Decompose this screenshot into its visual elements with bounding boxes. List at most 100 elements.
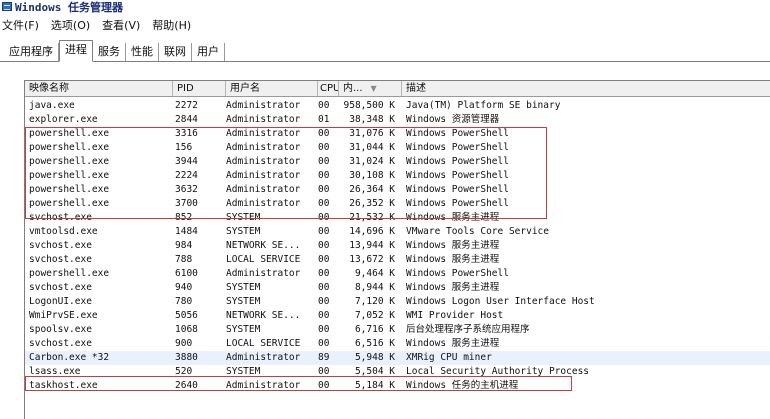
table-row[interactable]: powershell.exe 3632 Administrator 00 26,364 … [25, 183, 770, 197]
table-row[interactable]: svchost.exe 852 SYSTEM 00 21,532 K Windows 服务… [25, 211, 770, 225]
pid-cell: 3944 [175, 156, 198, 167]
table-row[interactable]: powershell.exe 3944 Administrator 00 31,024 … [25, 155, 770, 169]
memory-cell: 7,052 K [354, 310, 395, 321]
column-pid[interactable]: PID [173, 81, 226, 96]
sort-down-icon: ▼ [370, 84, 377, 93]
pid-cell: 1484 [175, 226, 198, 237]
tab-users[interactable]: 用户 [192, 43, 225, 61]
user-name-cell: LOCAL SERVICE [226, 254, 301, 265]
cpu-cell: 00 [318, 226, 330, 237]
description-cell: Windows 任务的主机进程 [406, 380, 519, 391]
table-row[interactable]: taskhost.exe 2640 Administrator 00 5,184 K Wi… [25, 379, 770, 393]
tab-bar: 应用程序 进程 服务 性能 联网 用户 [0, 40, 770, 62]
description-cell: VMware Tools Core Service [406, 226, 549, 237]
menu-help[interactable]: 帮助(H) [152, 17, 191, 33]
table-row[interactable]: svchost.exe 788 LOCAL SERVICE 00 13,672 K Win… [25, 253, 770, 267]
image-name-cell: powershell.exe [29, 198, 110, 209]
tab-applications[interactable]: 应用程序 [4, 43, 59, 61]
pid-cell: 3316 [175, 128, 198, 139]
task-manager-icon [2, 2, 12, 11]
tab-processes[interactable]: 进程 [59, 40, 93, 62]
description-cell: Local Security Authority Process [406, 366, 590, 377]
pid-cell: 3700 [175, 198, 198, 209]
description-cell: Windows 服务主进程 [406, 240, 500, 251]
table-row[interactable]: powershell.exe 3316 Administrator 00 31,076 … [25, 127, 770, 141]
table-row[interactable]: powershell.exe 6100 Administrator 00 9,464 K… [25, 267, 770, 281]
table-row[interactable]: powershell.exe 156 Administrator 00 31,044 K… [25, 141, 770, 155]
column-user-name[interactable]: 用户名 [226, 81, 318, 96]
memory-cell: 6,716 K [354, 324, 395, 335]
cpu-cell: 00 [318, 240, 330, 251]
table-row[interactable]: explorer.exe 2844 Administrator 01 38,348 K W… [25, 113, 770, 127]
user-name-cell: Administrator [226, 128, 301, 139]
table-row[interactable]: java.exe 2272 Administrator 00 958,500 K Java… [25, 99, 770, 113]
cpu-cell: 00 [318, 170, 330, 181]
user-name-cell: SYSTEM [226, 296, 261, 307]
description-cell: 后台处理程序子系统应用程序 [406, 324, 530, 335]
column-cpu[interactable]: CPU [318, 81, 339, 96]
cpu-cell: 00 [318, 128, 330, 139]
user-name-cell: LOCAL SERVICE [226, 338, 301, 349]
image-name-cell: Carbon.exe *32 [29, 352, 110, 363]
tab-networking[interactable]: 联网 [159, 43, 192, 61]
menu-file[interactable]: 文件(F) [2, 17, 39, 33]
menu-view[interactable]: 查看(V) [102, 17, 140, 33]
memory-cell: 8,944 K [354, 282, 395, 293]
memory-cell: 6,516 K [354, 338, 395, 349]
menu-options[interactable]: 选项(O) [51, 17, 90, 33]
memory-cell: 13,944 K [349, 240, 395, 251]
tab-services[interactable]: 服务 [93, 43, 126, 61]
description-cell: Windows 资源管理器 [406, 114, 500, 125]
table-row[interactable]: LogonUI.exe 780 SYSTEM 00 7,120 K Windows Log… [25, 295, 770, 309]
image-name-cell: svchost.exe [29, 240, 92, 251]
memory-cell: 26,364 K [349, 184, 395, 195]
table-row[interactable]: lsass.exe 520 SYSTEM 00 5,504 K Local Securit… [25, 365, 770, 379]
memory-cell: 5,504 K [354, 366, 395, 377]
user-name-cell: Administrator [226, 114, 301, 125]
cpu-cell: 00 [318, 268, 330, 279]
image-name-cell: svchost.exe [29, 338, 92, 349]
user-name-cell: Administrator [226, 184, 301, 195]
description-cell: Windows PowerShell [406, 156, 509, 167]
tab-performance[interactable]: 性能 [126, 43, 159, 61]
image-name-cell: LogonUI.exe [29, 296, 92, 307]
table-row[interactable]: powershell.exe 2224 Administrator 00 30,108 … [25, 169, 770, 183]
image-name-cell: svchost.exe [29, 282, 92, 293]
table-row[interactable]: Carbon.exe *32 3880 Administrator 89 5,948 K… [25, 351, 770, 365]
table-row[interactable]: WmiPrvSE.exe 5056 NETWORK SE... 00 7,052 K WM… [25, 309, 770, 323]
memory-cell: 14,696 K [349, 226, 395, 237]
column-description[interactable]: 描述 [402, 81, 770, 96]
column-memory-label: 内... [343, 83, 363, 94]
description-cell: Windows PowerShell [406, 268, 509, 279]
table-row[interactable]: vmtoolsd.exe 1484 SYSTEM 00 14,696 K VMware T… [25, 225, 770, 239]
pid-cell: 2224 [175, 170, 198, 181]
table-row[interactable]: spoolsv.exe 1068 SYSTEM 00 6,716 K 后台处理程序子系统应… [25, 323, 770, 337]
table-row[interactable]: powershell.exe 3700 Administrator 00 26,352 … [25, 197, 770, 211]
window-titlebar: Windows 任务管理器 [0, 0, 770, 14]
pid-cell: 3880 [175, 352, 198, 363]
image-name-cell: powershell.exe [29, 128, 110, 139]
memory-cell: 5,948 K [354, 352, 395, 363]
pid-cell: 5056 [175, 310, 198, 321]
column-memory[interactable]: 内... ▼ [339, 81, 402, 96]
user-name-cell: SYSTEM [226, 324, 261, 335]
description-cell: Windows PowerShell [406, 198, 509, 209]
memory-cell: 31,024 K [349, 156, 395, 167]
image-name-cell: powershell.exe [29, 142, 110, 153]
memory-cell: 26,352 K [349, 198, 395, 209]
pid-cell: 900 [175, 338, 193, 349]
description-cell: Windows 服务主进程 [406, 338, 500, 349]
process-table[interactable]: 映像名称 PID 用户名 CPU 内... ▼ 描述 java.exe 2272 Ad… [24, 80, 770, 419]
pid-cell: 1068 [175, 324, 198, 335]
user-name-cell: SYSTEM [226, 282, 261, 293]
cpu-cell: 00 [318, 184, 330, 195]
table-row[interactable]: svchost.exe 940 SYSTEM 00 8,944 K Windows 服务主… [25, 281, 770, 295]
window-title: Windows 任务管理器 [15, 0, 123, 14]
pid-cell: 852 [175, 212, 193, 223]
table-row[interactable]: svchost.exe 984 NETWORK SE... 00 13,944 K Win… [25, 239, 770, 253]
column-image-name[interactable]: 映像名称 [25, 81, 173, 96]
image-name-cell: svchost.exe [29, 254, 92, 265]
user-name-cell: NETWORK SE... [226, 240, 301, 251]
table-row[interactable]: svchost.exe 900 LOCAL SERVICE 00 6,516 K Wind… [25, 337, 770, 351]
pid-cell: 940 [175, 282, 193, 293]
